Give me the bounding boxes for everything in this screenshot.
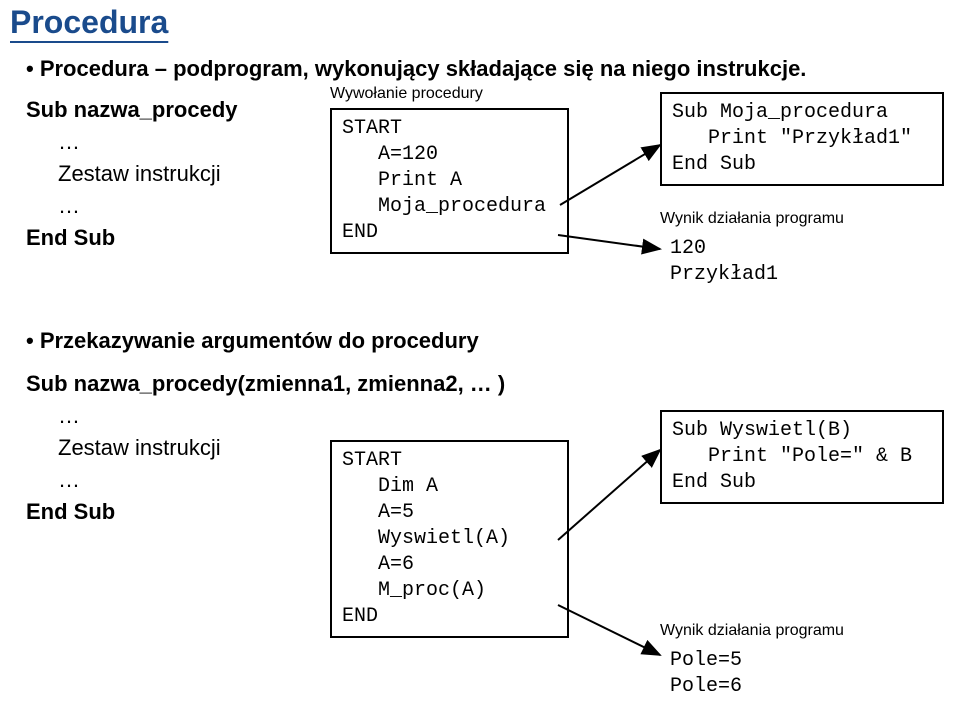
arrow-end1-to-result1: [558, 235, 660, 249]
decl1-dots1: …: [58, 129, 80, 154]
page-title: Procedura: [10, 4, 168, 41]
arrow-mproc-to-result2: [558, 605, 660, 655]
decl2-dots2: …: [58, 467, 80, 492]
result-label-1: Wynik działania programu: [660, 210, 844, 228]
result-box-2: Pole=5 Pole=6: [660, 642, 810, 706]
declaration-block-1: Sub nazwa_procedy … Zestaw instrukcji … …: [26, 94, 238, 253]
subtitle-bullet: • Procedura – podprogram, wykonujący skł…: [26, 56, 806, 82]
decl1-line3: End Sub: [26, 225, 115, 250]
call-label-1: Wywołanie procedury: [330, 85, 483, 103]
result-box-1: 120 Przykład1: [660, 230, 810, 294]
call-code-box-1: START A=120 Print A Moja_procedura END: [330, 108, 569, 254]
decl2-dots1: …: [58, 403, 80, 428]
decl1-dots2: …: [58, 193, 80, 218]
decl1-line1: Sub nazwa_procedy: [26, 97, 238, 122]
call-code-box-2: START Dim A A=5 Wyswietl(A) A=6 M_proc(A…: [330, 440, 569, 638]
sub-box-1: Sub Moja_procedura Print "Przykład1" End…: [660, 92, 944, 186]
decl2-line1: Sub nazwa_procedy(zmienna1, zmienna2, … …: [26, 371, 505, 396]
decl2-body: Zestaw instrukcji: [58, 435, 221, 460]
decl2-line3: End Sub: [26, 499, 115, 524]
arrow-call1-to-sub1: [560, 145, 660, 205]
decl1-body: Zestaw instrukcji: [58, 161, 221, 186]
result-label-2: Wynik działania programu: [660, 622, 844, 640]
arrow-wyswietl-to-sub2: [558, 450, 660, 540]
bullet-2: • Przekazywanie argumentów do procedury: [26, 328, 479, 354]
sub-box-2: Sub Wyswietl(B) Print "Pole=" & B End Su…: [660, 410, 944, 504]
